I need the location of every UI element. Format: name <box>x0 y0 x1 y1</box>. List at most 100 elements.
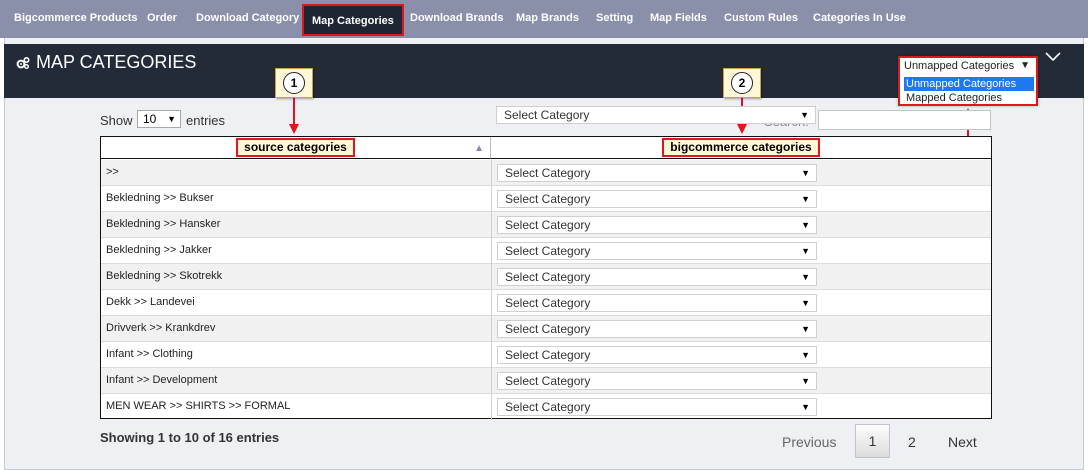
source-category-cell: Dekk >> Landevei <box>106 296 195 308</box>
source-category-cell: Bekledning >> Skotrekk <box>106 270 223 282</box>
dropdown-arrow-icon: ▼ <box>801 402 810 412</box>
mapping-filter-value: Unmapped Categories <box>904 60 1015 72</box>
pagination-next[interactable]: Next <box>948 434 977 450</box>
search-input[interactable] <box>818 110 991 130</box>
option-unmapped-categories[interactable]: Unmapped Categories <box>904 77 1034 91</box>
nav-download-category[interactable]: Download Category <box>196 12 299 24</box>
show-label: Show <box>100 113 133 128</box>
category-select-value: Select Category <box>505 270 591 284</box>
dropdown-arrow-icon: ▼ <box>801 272 810 282</box>
callout-number: 1 <box>283 72 305 94</box>
dropdown-arrow-icon: ▼ <box>801 194 810 204</box>
column-divider <box>491 238 492 264</box>
category-select[interactable]: Select Category ▼ <box>497 190 817 208</box>
category-select[interactable]: Select Category ▼ <box>497 372 817 390</box>
pagination-previous[interactable]: Previous <box>782 434 836 450</box>
category-select-value: Select Category <box>505 218 591 232</box>
category-select[interactable]: Select Category ▼ <box>497 242 817 260</box>
category-select-value: Select Category <box>505 400 591 414</box>
column-header-label: source categories <box>236 138 355 157</box>
mapping-filter-dropdown[interactable]: Unmapped Categories ▼ Unmapped Categorie… <box>898 56 1038 106</box>
source-category-cell: MEN WEAR >> SHIRTS >> FORMAL <box>106 400 291 412</box>
category-select[interactable]: Select Category ▼ <box>497 398 817 416</box>
column-divider <box>491 342 492 368</box>
dropdown-arrow-icon: ▼ <box>801 220 810 230</box>
category-select[interactable]: Select Category ▼ <box>497 320 817 338</box>
column-divider <box>491 290 492 316</box>
column-header-label: bigcommerce categories <box>662 138 820 157</box>
table-row: Bekledning >> Hansker Select Category ▼ <box>101 212 991 238</box>
dropdown-arrow-icon: ▼ <box>801 298 810 308</box>
callout-number: 2 <box>731 72 753 94</box>
nav-custom-rules[interactable]: Custom Rules <box>724 12 798 24</box>
dropdown-arrow-icon: ▼ <box>801 376 810 386</box>
entries-label: entries <box>186 113 226 128</box>
table-row: Bekledning >> Jakker Select Category ▼ <box>101 238 991 264</box>
source-category-cell: Drivverk >> Krankdrev <box>106 322 216 334</box>
nav-categories-in-use[interactable]: Categories In Use <box>813 12 906 24</box>
dropdown-arrow-icon: ▼ <box>167 114 176 124</box>
dropdown-arrow-icon: ▼ <box>801 350 810 360</box>
source-category-cell: Bekledning >> Bukser <box>106 192 214 204</box>
table-row: Bekledning >> Bukser Select Category ▼ <box>101 186 991 212</box>
category-select-value: Select Category <box>505 296 591 310</box>
table-row: Infant >> Clothing Select Category ▼ <box>101 342 991 368</box>
page-title: MAP CATEGORIES <box>36 52 197 72</box>
chevron-down-icon[interactable] <box>1042 50 1064 64</box>
entries-per-page-value: 10 <box>143 112 157 126</box>
dropdown-arrow-icon: ▼ <box>801 168 810 178</box>
bulk-category-value: Select Category <box>504 108 590 122</box>
column-header-bigcommerce: bigcommerce categories <box>491 137 991 159</box>
source-category-cell: >> <box>106 166 119 178</box>
source-category-cell: Infant >> Clothing <box>106 348 193 360</box>
source-category-cell: Bekledning >> Jakker <box>106 244 212 256</box>
category-select-value: Select Category <box>505 192 591 206</box>
pagination-page-1[interactable]: 1 <box>855 424 890 458</box>
gears-icon <box>16 56 30 69</box>
table-row: Dekk >> Landevei Select Category ▼ <box>101 290 991 316</box>
column-divider <box>491 160 492 186</box>
nav-order[interactable]: Order <box>147 12 177 24</box>
table-row: MEN WEAR >> SHIRTS >> FORMAL Select Cate… <box>101 394 991 420</box>
column-divider <box>491 264 492 290</box>
mapping-filter-select[interactable]: Unmapped Categories ▼ <box>904 60 1032 76</box>
category-select-value: Select Category <box>505 166 591 180</box>
category-select-value: Select Category <box>505 322 591 336</box>
categories-table: source categories ▲ bigcommerce categori… <box>100 136 992 420</box>
category-select[interactable]: Select Category ▼ <box>497 164 817 182</box>
category-select[interactable]: Select Category ▼ <box>497 294 817 312</box>
dropdown-arrow-icon: ▼ <box>1020 60 1030 71</box>
nav-download-brands[interactable]: Download Brands <box>410 12 504 24</box>
column-divider <box>491 186 492 212</box>
category-select[interactable]: Select Category ▼ <box>497 346 817 364</box>
table-row: >> Select Category ▼ <box>101 160 991 186</box>
pagination-page-2[interactable]: 2 <box>908 434 916 450</box>
source-category-cell: Infant >> Development <box>106 374 218 386</box>
column-header-source[interactable]: source categories ▲ <box>101 137 491 159</box>
dropdown-arrow-icon: ▼ <box>801 246 810 256</box>
nav-setting[interactable]: Setting <box>596 12 633 24</box>
callout-2: 2 <box>723 68 761 98</box>
table-row: Bekledning >> Skotrekk Select Category ▼ <box>101 264 991 290</box>
nav-map-categories[interactable]: Map Categories <box>302 4 404 36</box>
category-select[interactable]: Select Category ▼ <box>497 216 817 234</box>
table-info: Showing 1 to 10 of 16 entries <box>100 430 280 445</box>
nav-map-brands[interactable]: Map Brands <box>516 12 579 24</box>
sort-ascending-icon[interactable]: ▲ <box>474 139 484 159</box>
category-select-value: Select Category <box>505 348 591 362</box>
bulk-category-select[interactable]: Select Category ▼ <box>496 106 816 124</box>
table-row: Infant >> Development Select Category ▼ <box>101 368 991 394</box>
nav-map-fields[interactable]: Map Fields <box>650 12 707 24</box>
category-select-value: Select Category <box>505 244 591 258</box>
page-title-wrap: MAP CATEGORIES <box>16 52 196 73</box>
option-mapped-categories[interactable]: Mapped Categories <box>904 91 1034 105</box>
category-select[interactable]: Select Category ▼ <box>497 268 817 286</box>
column-divider <box>491 368 492 394</box>
nav-bigcommerce-products[interactable]: Bigcommerce Products <box>14 12 137 24</box>
column-divider <box>491 212 492 238</box>
entries-per-page-select[interactable]: 10 ▼ <box>137 110 181 128</box>
column-divider <box>491 394 492 420</box>
table-row: Drivverk >> Krankdrev Select Category ▼ <box>101 316 991 342</box>
dropdown-arrow-icon: ▼ <box>801 324 810 334</box>
top-nav: Bigcommerce Products Order Download Cate… <box>0 0 1088 38</box>
